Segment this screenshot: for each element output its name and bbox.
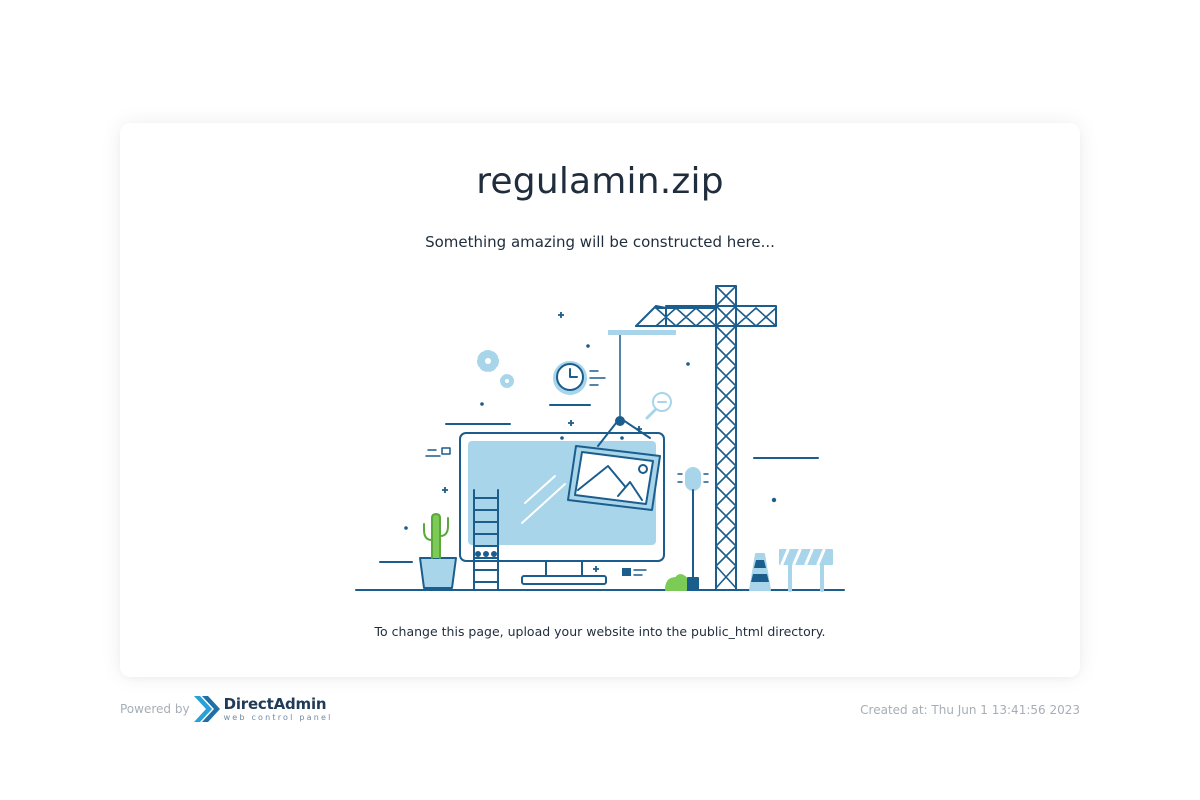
brand-tagline: web control panel — [223, 712, 333, 722]
main-card: regulamin.zip Something amazing will be … — [120, 123, 1080, 677]
powered-by: Powered by DirectAdmin web control panel — [120, 693, 333, 725]
picture-frame-icon — [567, 416, 661, 511]
under-construction-illustration — [355, 285, 845, 592]
traffic-cone-icon — [749, 553, 771, 591]
barrier-icon — [779, 548, 833, 592]
cactus-icon — [419, 513, 457, 589]
lamp-icon — [677, 467, 709, 591]
powered-by-label: Powered by — [120, 702, 190, 716]
directadmin-logo[interactable]: DirectAdmin web control panel — [192, 694, 333, 724]
magnifier-icon — [645, 392, 672, 420]
brand-name: DirectAdmin — [223, 694, 327, 713]
created-at: Created at: Thu Jun 1 13:41:56 2023 — [860, 703, 1080, 717]
gear-icon — [477, 350, 514, 388]
clock-icon — [549, 361, 606, 406]
page-subtitle: Something amazing will be constructed he… — [425, 233, 775, 251]
instruction-text: To change this page, upload your website… — [374, 624, 826, 639]
bush-icon — [665, 574, 687, 591]
directadmin-logo-icon — [193, 696, 220, 722]
page-title: regulamin.zip — [476, 161, 724, 202]
